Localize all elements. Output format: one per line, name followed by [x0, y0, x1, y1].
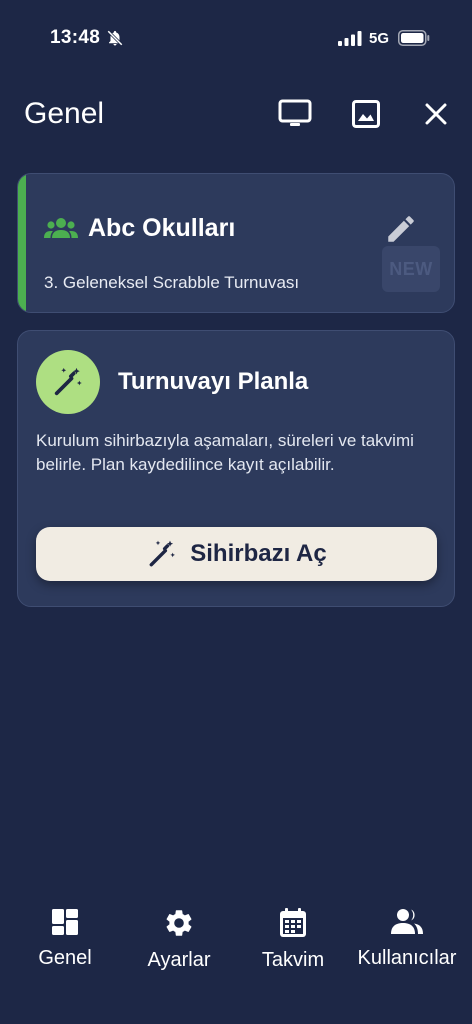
battery-icon — [398, 30, 430, 46]
dashboard-icon — [52, 909, 78, 935]
gear-icon — [166, 910, 192, 936]
close-button[interactable] — [418, 96, 454, 132]
users-icon — [391, 909, 423, 934]
signal-icon — [338, 31, 362, 46]
nav-label: Ayarlar — [147, 949, 211, 971]
page-title: Genel — [24, 97, 105, 130]
monitor-icon — [278, 99, 312, 126]
new-badge: NEW — [382, 246, 440, 292]
group-icon — [44, 218, 78, 238]
status-bar: 13:48 5G — [0, 0, 472, 78]
organization-name: Abc Okulları — [88, 214, 236, 242]
status-time: 13:48 — [50, 27, 101, 48]
tournament-name: 3. Geleneksel Scrabble Turnuvası — [44, 273, 300, 292]
bottom-nav: Genel Ayarlar Takvim Kullanıcılar — [0, 895, 472, 995]
nav-item-ayarlar[interactable]: Ayarlar — [120, 907, 238, 972]
image-icon — [352, 100, 380, 128]
nav-label: Genel — [38, 947, 92, 969]
pencil-icon — [388, 216, 414, 242]
nav-label: Takvim — [261, 949, 325, 971]
display-button[interactable] — [277, 96, 313, 132]
edit-button[interactable] — [384, 212, 418, 246]
wizard-icon-circle — [36, 350, 100, 414]
app-header: Genel — [0, 90, 472, 138]
new-badge-text: NEW — [389, 258, 433, 279]
plan-title: Turnuvayı Planla — [118, 368, 309, 395]
calendar-icon — [280, 908, 306, 937]
organization-card[interactable]: Abc Okulları NEW 3. Geleneksel Scrabble … — [17, 173, 455, 313]
image-button[interactable] — [348, 96, 384, 132]
plan-tournament-card: Turnuvayı Planla Kurulum sihirbazıyla aş… — [17, 330, 455, 607]
network-type: 5G — [369, 30, 390, 47]
nav-item-genel[interactable]: Genel — [6, 907, 124, 970]
open-wizard-button[interactable]: Sihirbazı Aç — [36, 527, 437, 581]
nav-item-kullanicilar[interactable]: Kullanıcılar — [348, 907, 466, 970]
accent-bar — [18, 174, 26, 312]
open-wizard-label: Sihirbazı Aç — [190, 540, 327, 567]
magic-wand-icon — [54, 367, 82, 396]
bell-off-icon — [107, 30, 123, 46]
magic-wand-icon — [149, 540, 176, 567]
plan-description: Kurulum sihirbazıyla aşamaları, süreleri… — [36, 431, 414, 474]
nav-label: Kullanıcılar — [357, 947, 457, 969]
nav-item-takvim[interactable]: Takvim — [234, 907, 352, 972]
close-icon — [425, 103, 447, 125]
